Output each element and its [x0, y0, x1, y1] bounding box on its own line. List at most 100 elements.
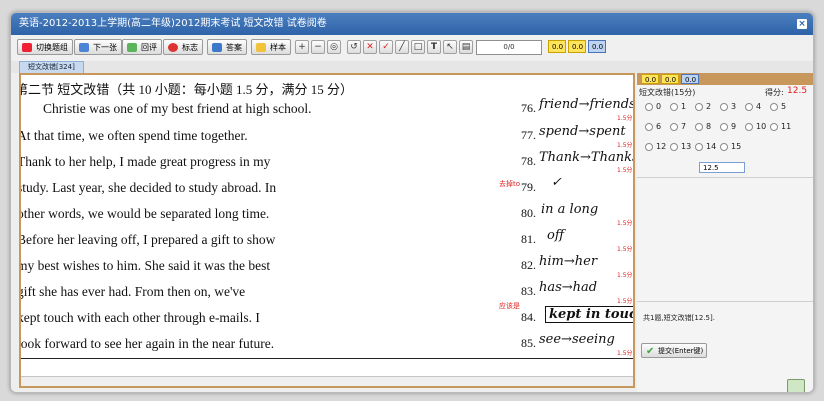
- zoom-fit-icon[interactable]: ◎: [327, 40, 341, 54]
- score-option-radio[interactable]: [695, 103, 703, 111]
- score-mark: 1.5分: [617, 350, 633, 357]
- score-mark: 1.5分: [617, 142, 633, 149]
- handwritten-answer: him→her: [539, 254, 598, 269]
- handwritten-answer: Thank→Thanks: [539, 150, 635, 165]
- panel-score-3: 0.0: [681, 74, 699, 84]
- horizontal-scrollbar[interactable]: [21, 376, 633, 386]
- wrong-mark-icon[interactable]: ✕: [363, 40, 377, 54]
- score-option-radio[interactable]: [695, 143, 703, 151]
- handwritten-answer: kept in touch: [545, 306, 633, 323]
- score-option-radio[interactable]: [645, 143, 653, 151]
- score-option-label: 5: [781, 102, 787, 111]
- tab-correction[interactable]: 短文改错[324]: [19, 61, 84, 73]
- progress-indicator: 0/0: [476, 40, 542, 55]
- score-option-label: 0: [656, 102, 662, 111]
- score-option-label: 8: [706, 122, 712, 131]
- score-option-radio[interactable]: [645, 103, 653, 111]
- score-option-label: 9: [731, 122, 737, 131]
- rectangle-tool-icon[interactable]: □: [411, 40, 425, 54]
- zoom-out-icon[interactable]: −: [311, 40, 325, 54]
- answer-icon: [212, 43, 222, 52]
- clear-icon[interactable]: ▤: [459, 40, 473, 54]
- switch-group-button[interactable]: 切换题组: [17, 39, 73, 55]
- handwritten-answer: ✓: [551, 175, 562, 190]
- panel-score-2: 0.0: [661, 74, 679, 84]
- score-input[interactable]: 12.5: [699, 162, 745, 173]
- close-icon[interactable]: ×: [797, 19, 807, 29]
- item-number: 76.: [521, 101, 536, 115]
- score-value: 12.5: [787, 86, 808, 96]
- score-option-radio[interactable]: [770, 103, 778, 111]
- text-line: other words, we would be separated long …: [19, 206, 270, 221]
- handwritten-answer: in a long: [541, 202, 599, 217]
- score-option-radio[interactable]: [670, 123, 678, 131]
- score-badge-3: 0.0: [588, 40, 606, 53]
- text-line: At that time, we often spend time togeth…: [19, 128, 248, 143]
- text-line: my best wishes to him. She said it was t…: [19, 258, 271, 273]
- score-option-label: 12: [656, 142, 667, 151]
- item-number: 82.: [521, 258, 536, 272]
- handwritten-answer: see→seeing: [539, 332, 615, 347]
- score-option-radio[interactable]: [720, 123, 728, 131]
- check-mark-icon[interactable]: ✓: [379, 40, 393, 54]
- sample-icon: [256, 43, 266, 52]
- score-option-radio[interactable]: [670, 103, 678, 111]
- submit-button[interactable]: ✔ 提交(Enter键): [641, 343, 707, 358]
- text-tool-icon[interactable]: T: [427, 40, 441, 54]
- text-line: Thank to her help, I made great progress…: [19, 154, 271, 169]
- score-option-label: 15: [731, 142, 742, 151]
- score-header: 0.0 0.0 0.0: [637, 73, 813, 85]
- question-label: 短文改错(15分): [639, 88, 696, 97]
- sample-button[interactable]: 样本: [251, 39, 291, 55]
- text-line: kept touch with each other through e-mai…: [19, 310, 260, 325]
- score-option-radio[interactable]: [670, 143, 678, 151]
- item-number: 85.: [521, 336, 536, 350]
- swap-icon: [22, 43, 32, 52]
- score-option-label: 2: [706, 102, 712, 111]
- text-line: gift she has ever had. From then on, we'…: [19, 284, 246, 299]
- teacher-note: 去掉to: [499, 180, 521, 188]
- score-option-label: 3: [731, 102, 737, 111]
- zoom-in-icon[interactable]: +: [295, 40, 309, 54]
- score-option-label: 10: [756, 122, 767, 131]
- item-number: 81.: [521, 232, 536, 246]
- score-option-radio[interactable]: [645, 123, 653, 131]
- handwritten-answer: off: [547, 228, 565, 243]
- score-mark: 1.5分: [617, 220, 633, 227]
- marking-window: 英语-2012-2013上学期(高二年级)2012期末考试 短文改错 试卷阅卷 …: [10, 12, 814, 393]
- score-mark: 1.5分: [617, 167, 633, 174]
- scoring-panel: 0.0 0.0 0.0 短文改错(15分) 得分: 12.5 0 1 2 3 4…: [637, 73, 813, 392]
- score-mark: 1.5分: [617, 115, 633, 122]
- score-option-radio[interactable]: [770, 123, 778, 131]
- next-button[interactable]: 下一张: [74, 39, 122, 55]
- handwritten-answer: has→had: [539, 280, 598, 295]
- score-option-radio[interactable]: [720, 103, 728, 111]
- toolbar: 切换题组 下一张 回评 标志 答案 样本 + − ◎ ↺ ✕ ✓ ╱ □ T ↖: [11, 35, 813, 62]
- score-option-radio[interactable]: [720, 143, 728, 151]
- title-bar: 英语-2012-2013上学期(高二年级)2012期末考试 短文改错 试卷阅卷 …: [11, 13, 813, 35]
- text-line: look forward to see her again in the nea…: [19, 336, 275, 351]
- pointer-tool-icon[interactable]: ↖: [443, 40, 457, 54]
- item-number: 84.: [521, 310, 536, 324]
- flag-button[interactable]: 标志: [163, 39, 203, 55]
- undo-icon[interactable]: ↺: [347, 40, 361, 54]
- line-tool-icon[interactable]: ╱: [395, 40, 409, 54]
- score-option-radio[interactable]: [695, 123, 703, 131]
- review-icon: [127, 43, 137, 52]
- answer-button[interactable]: 答案: [207, 39, 247, 55]
- text-line: Before her leaving off, I prepared a gif…: [19, 232, 276, 247]
- item-number: 79.: [521, 180, 536, 194]
- score-option-label: 11: [781, 122, 792, 131]
- score-option-radio[interactable]: [745, 103, 753, 111]
- settings-icon[interactable]: [787, 379, 805, 392]
- flag-icon: [168, 43, 178, 52]
- score-option-label: 4: [756, 102, 762, 111]
- score-option-label: 7: [681, 122, 687, 131]
- handwritten-answer: spend→spent: [539, 124, 626, 139]
- score-badge-1: 0.0: [548, 40, 566, 53]
- score-option-radio[interactable]: [745, 123, 753, 131]
- score-option-label: 1: [681, 102, 687, 111]
- review-button[interactable]: 回评: [122, 39, 162, 55]
- panel-divider: [637, 177, 813, 178]
- handwritten-answer: friend→friends: [539, 97, 635, 112]
